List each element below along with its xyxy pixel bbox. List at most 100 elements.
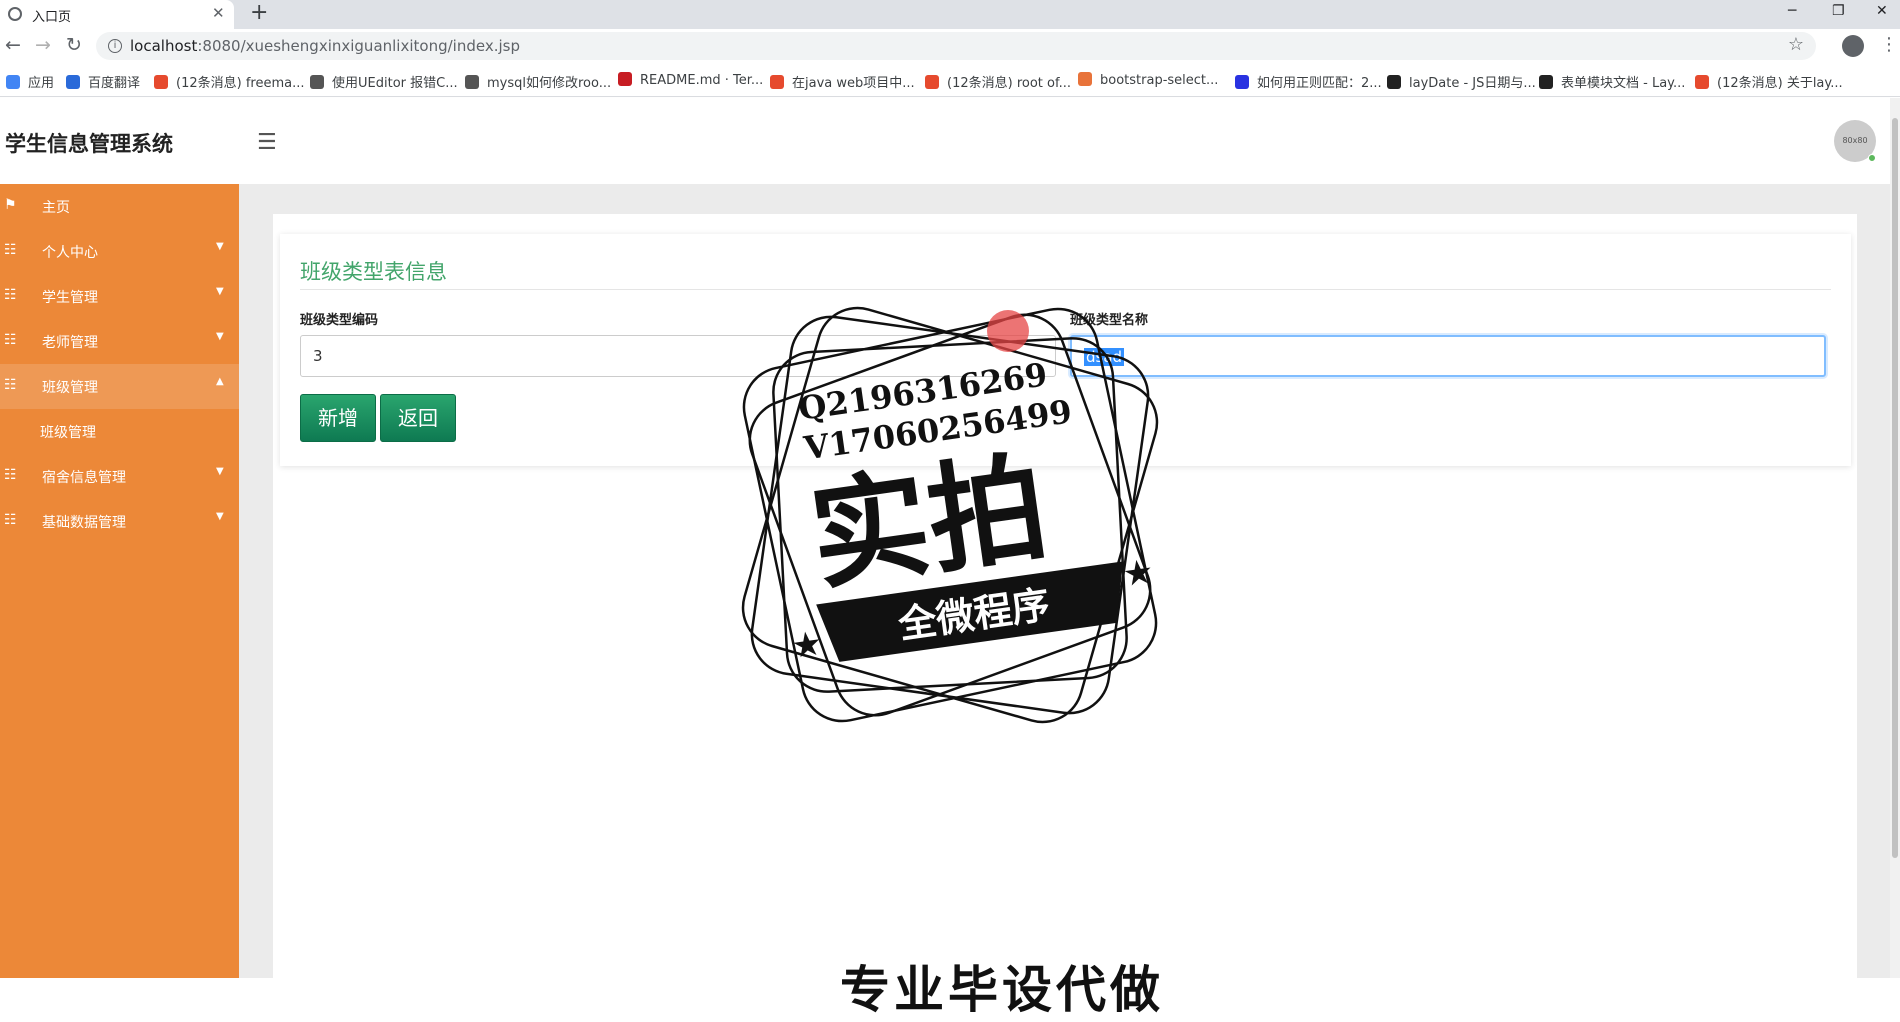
bookmark-item[interactable]: 在java web项目中...	[770, 72, 915, 91]
code-label: 班级类型编码	[300, 313, 379, 328]
bookmark-label: 百度翻译	[88, 76, 141, 91]
back-button[interactable]: 返回	[380, 394, 456, 442]
caret-icon: ▼	[216, 241, 224, 252]
flag-icon: ⚑	[4, 197, 17, 213]
bookmark-favicon-icon	[1078, 72, 1092, 86]
bookmark-label: 在java web项目中...	[792, 76, 915, 91]
bookmark-item[interactable]: (12条消息) freema...	[154, 72, 304, 91]
caret-icon: ▲	[216, 376, 224, 387]
online-status-dot	[1868, 154, 1876, 162]
sidebar-subitem[interactable]: 班级管理	[0, 409, 239, 454]
grid-icon: ☷	[4, 377, 17, 393]
caret-icon: ▼	[216, 511, 224, 522]
sidebar-item-label: 老师管理	[42, 335, 98, 351]
form-title: 班级类型表信息	[300, 260, 447, 284]
bookmark-favicon-icon	[465, 75, 479, 89]
forward-icon[interactable]: →	[35, 34, 51, 56]
more-menu-icon[interactable]: ⋮	[1880, 34, 1898, 55]
window-close-icon[interactable]: ✕	[1876, 3, 1888, 19]
new-tab-icon[interactable]: +	[250, 0, 268, 26]
bookmark-label: 表单模块文档 - Lay...	[1561, 76, 1686, 91]
bookmark-favicon-icon	[925, 75, 939, 89]
sidebar-item[interactable]: ☷ 宿舍信息管理 ▼	[0, 454, 239, 499]
bookmark-favicon-icon	[154, 75, 168, 89]
bookmark-label: (12条消息) root of...	[947, 76, 1071, 91]
browser-tabstrip: 入口页 ✕ + ─ ❐ ✕	[0, 0, 1900, 29]
sidebar-item[interactable]: ☷ 班级管理 ▲	[0, 364, 239, 409]
add-button[interactable]: 新增	[300, 394, 376, 442]
scrollbar-thumb[interactable]	[1892, 118, 1898, 858]
sidebar-item-label: 学生管理	[42, 290, 98, 306]
tab-title: 入口页	[32, 10, 72, 25]
bookmark-item[interactable]: mysql如何修改roo...	[465, 72, 611, 91]
bookmark-item[interactable]: 使用UEditor 报错C...	[310, 72, 458, 91]
sidebar-item-label: 主页	[42, 200, 70, 216]
bookmark-label: mysql如何修改roo...	[487, 76, 612, 91]
sidebar-item[interactable]: ⚑ 主页	[0, 184, 239, 229]
sidebar-subitem-label: 班级管理	[40, 425, 96, 441]
bookmark-item[interactable]: 如何用正则匹配：2...	[1235, 72, 1382, 91]
bookmark-label: (12条消息) freema...	[176, 76, 305, 91]
bookmark-label: 如何用正则匹配：2...	[1257, 76, 1382, 91]
back-icon[interactable]: ←	[5, 34, 21, 56]
grid-icon: ☷	[4, 332, 17, 348]
sidebar-item-label: 班级管理	[42, 380, 98, 396]
bookmark-item[interactable]: (12条消息) 关于lay...	[1695, 72, 1843, 91]
bookmark-favicon-icon	[310, 75, 324, 89]
sidebar-item[interactable]: ☷ 学生管理 ▼	[0, 274, 239, 319]
bookmark-favicon-icon	[1387, 75, 1401, 89]
grid-icon: ☷	[4, 242, 17, 258]
info-icon[interactable]: i	[108, 39, 122, 53]
bookmark-favicon-icon	[1235, 75, 1249, 89]
restore-icon[interactable]: ❐	[1832, 3, 1845, 19]
url-field[interactable]: i localhost:8080/xueshengxinxiguanlixito…	[96, 32, 1816, 60]
grid-icon: ☷	[4, 512, 17, 528]
bottom-banner-text: 专业毕设代做	[840, 961, 1164, 1019]
grid-icon: ☷	[4, 287, 17, 303]
sidebar-item-label: 宿舍信息管理	[42, 470, 126, 486]
bookmark-label: (12条消息) 关于lay...	[1717, 76, 1843, 91]
bookmarks-bar: 应用 百度翻译 (12条消息) freema... 使用UEditor 报错C... m…	[0, 63, 1900, 97]
globe-icon	[8, 7, 22, 21]
bookmark-label: layDate - JS日期与...	[1409, 76, 1536, 91]
bookmark-favicon-icon	[66, 75, 80, 89]
sidebar-item-label: 基础数据管理	[42, 515, 126, 531]
caret-icon: ▼	[216, 331, 224, 342]
sidebar-item[interactable]: ☷ 基础数据管理 ▼	[0, 499, 239, 544]
cursor-highlight	[987, 310, 1029, 352]
sidebar-item[interactable]: ☷ 个人中心 ▼	[0, 229, 239, 274]
bookmark-item[interactable]: README.md · Ter...	[618, 72, 763, 88]
star-icon: ★	[789, 623, 825, 667]
reload-icon[interactable]: ↻	[66, 34, 82, 56]
bookmark-item[interactable]: 应用	[6, 72, 54, 91]
bookmark-favicon-icon	[6, 75, 20, 89]
close-tab-icon[interactable]: ✕	[212, 4, 225, 22]
account-icon[interactable]	[1842, 35, 1864, 57]
bookmark-favicon-icon	[1695, 75, 1709, 89]
bookmark-label: README.md · Ter...	[640, 73, 764, 88]
sidebar-item-label: 个人中心	[42, 245, 98, 261]
caret-icon: ▼	[216, 286, 224, 297]
bookmark-star-icon[interactable]: ☆	[1788, 34, 1804, 55]
bookmark-label: 应用	[28, 76, 55, 91]
hamburger-menu-icon[interactable]: ☰	[257, 130, 277, 155]
bookmark-item[interactable]: 表单模块文档 - Lay...	[1539, 72, 1685, 91]
bookmark-label: 使用UEditor 报错C...	[332, 76, 458, 91]
bookmark-favicon-icon	[618, 72, 632, 86]
browser-tab[interactable]: 入口页 ✕	[0, 0, 234, 29]
bookmark-favicon-icon	[770, 75, 784, 89]
bookmark-item[interactable]: 百度翻译	[66, 72, 140, 91]
bookmark-item[interactable]: layDate - JS日期与...	[1387, 72, 1536, 91]
bookmark-favicon-icon	[1539, 75, 1553, 89]
watermark-stamp: Q2196316269 V17060256499 实拍 全微程序 ★ ★	[741, 306, 1159, 724]
address-bar-row: ← → ↻ i localhost:8080/xueshengxinxiguan…	[0, 29, 1900, 63]
caret-icon: ▼	[216, 466, 224, 477]
bookmark-item[interactable]: bootstrap-select...	[1078, 72, 1218, 88]
minimize-icon[interactable]: ─	[1788, 3, 1796, 19]
bookmark-item[interactable]: (12条消息) root of...	[925, 72, 1071, 91]
sidebar-item[interactable]: ☷ 老师管理 ▼	[0, 319, 239, 364]
app-header: 学生信息管理系统 ☰ 80x80	[0, 98, 1890, 184]
bookmark-label: bootstrap-select...	[1100, 73, 1219, 88]
app-title: 学生信息管理系统	[5, 132, 173, 156]
grid-icon: ☷	[4, 467, 17, 483]
